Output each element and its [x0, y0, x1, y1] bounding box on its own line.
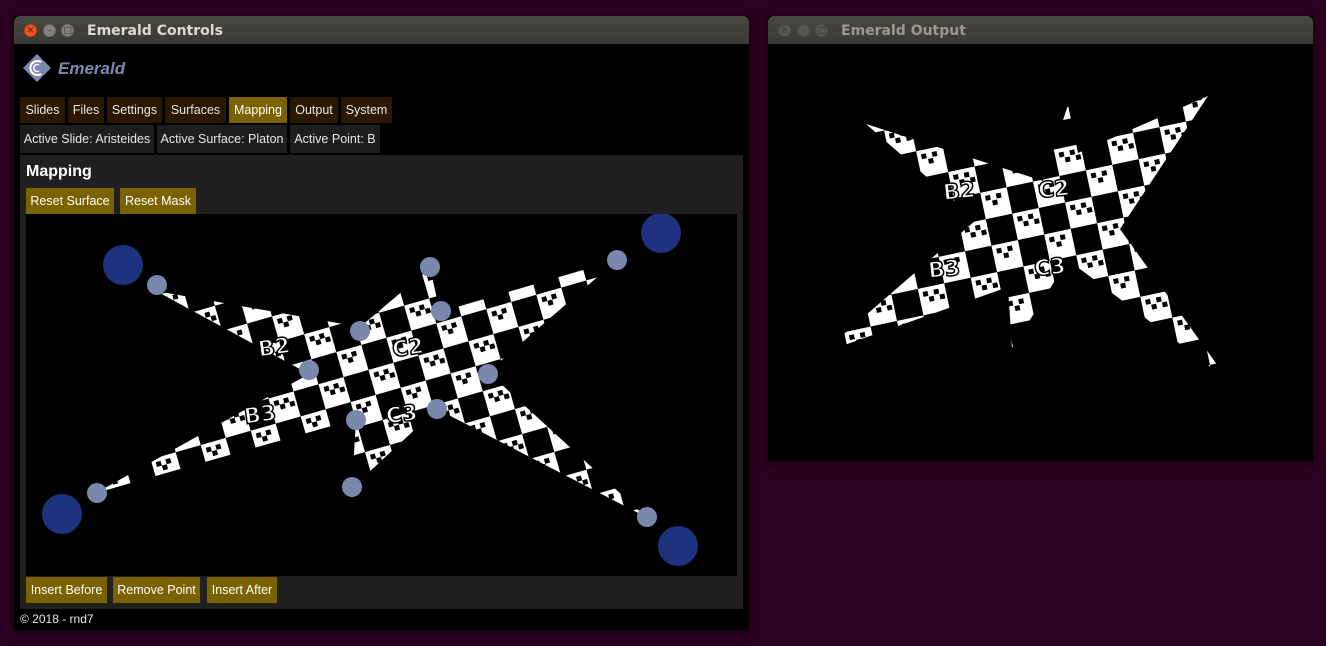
- titlebar: ✕ – □ Emerald Output: [768, 16, 1313, 44]
- point-handle[interactable]: [427, 399, 447, 419]
- window-title: Emerald Controls: [87, 23, 223, 39]
- point-handle[interactable]: [607, 250, 627, 270]
- titlebar: ✕ – □ Emerald Controls: [14, 16, 749, 44]
- label-b2: B2: [257, 333, 292, 362]
- minimize-button[interactable]: –: [43, 24, 56, 37]
- output-surface: [822, 96, 1228, 380]
- mapping-canvas[interactable]: B2 C2 B3 C3: [26, 214, 737, 576]
- controls-window: ✕ – □ Emerald Controls Emerald Slides Fi…: [14, 16, 749, 630]
- tab-system[interactable]: System: [341, 97, 392, 123]
- remove-point-button[interactable]: Remove Point: [113, 577, 200, 603]
- maximize-button[interactable]: □: [61, 24, 74, 37]
- tab-files[interactable]: Files: [68, 97, 104, 123]
- emerald-logo-icon: [23, 54, 51, 82]
- tab-output[interactable]: Output: [290, 97, 338, 123]
- tab-settings[interactable]: Settings: [107, 97, 162, 123]
- label-b3: B3: [927, 256, 962, 284]
- corner-handle-bottom-left[interactable]: [42, 494, 82, 534]
- window-title: Emerald Output: [841, 23, 966, 39]
- active-point-label: Active Point: B: [290, 125, 380, 153]
- close-button[interactable]: ✕: [778, 24, 791, 37]
- corner-handle-top-right[interactable]: [641, 214, 681, 253]
- label-c3: C3: [1033, 254, 1067, 282]
- close-button[interactable]: ✕: [24, 24, 37, 37]
- tab-surfaces[interactable]: Surfaces: [165, 97, 226, 123]
- app-name: Emerald: [58, 59, 126, 78]
- active-surface-label: Active Surface: Platon: [157, 125, 287, 153]
- label-c3: C3: [385, 401, 420, 430]
- label-c2: C2: [1037, 176, 1071, 204]
- tab-mapping[interactable]: Mapping: [229, 97, 287, 123]
- warped-surface: [96, 260, 646, 517]
- copyright-footer: © 2018 - rnd7: [20, 612, 94, 626]
- corner-handle-bottom-right[interactable]: [658, 526, 698, 566]
- reset-surface-button[interactable]: Reset Surface: [26, 188, 114, 214]
- output-canvas: B2 C2 B3 C3: [768, 44, 1313, 461]
- maximize-button[interactable]: □: [815, 24, 828, 37]
- point-handle[interactable]: [478, 364, 498, 384]
- active-slide-label: Active Slide: Aristeides: [20, 125, 154, 153]
- point-handle[interactable]: [420, 257, 440, 277]
- tab-slides[interactable]: Slides: [20, 97, 65, 123]
- point-handle[interactable]: [87, 483, 107, 503]
- insert-before-button[interactable]: Insert Before: [26, 577, 107, 603]
- point-handle[interactable]: [299, 360, 319, 380]
- point-handle[interactable]: [637, 507, 657, 527]
- point-handle[interactable]: [431, 301, 451, 321]
- insert-after-button[interactable]: Insert After: [207, 577, 277, 603]
- mapping-heading: Mapping: [26, 163, 92, 180]
- point-handle[interactable]: [147, 275, 167, 295]
- point-handle[interactable]: [342, 477, 362, 497]
- label-b2: B2: [942, 178, 977, 206]
- label-c2: C2: [391, 334, 426, 363]
- point-handle[interactable]: [346, 410, 366, 430]
- minimize-button[interactable]: –: [797, 24, 810, 37]
- label-b3: B3: [243, 401, 278, 430]
- output-window: ✕ – □ Emerald Output B2 C2 B3 C3: [768, 16, 1313, 461]
- point-handle[interactable]: [350, 321, 370, 341]
- corner-handle-top-left[interactable]: [103, 245, 143, 285]
- reset-mask-button[interactable]: Reset Mask: [120, 188, 196, 214]
